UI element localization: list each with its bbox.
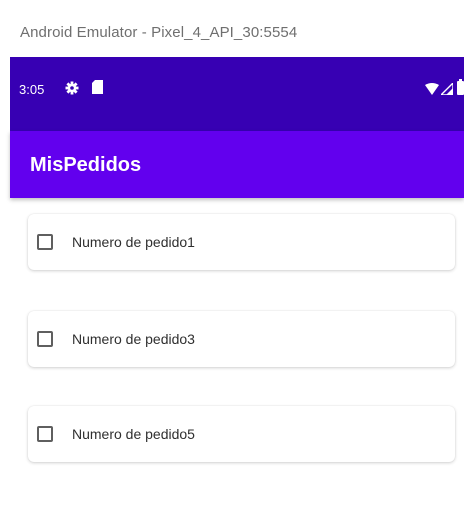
battery-icon	[457, 79, 464, 95]
order-card-3[interactable]: Numero de pedido3	[28, 311, 455, 367]
order-label-5: Numero de pedido5	[72, 426, 195, 442]
emulator-window-title: Android Emulator - Pixel_4_API_30:5554	[20, 24, 298, 41]
gear-icon	[65, 81, 79, 95]
order-label-3: Numero de pedido3	[72, 331, 195, 347]
wifi-icon	[425, 82, 439, 95]
order-checkbox-5[interactable]	[37, 426, 53, 442]
order-checkbox-1[interactable]	[37, 234, 53, 250]
order-card-1[interactable]: Numero de pedido1	[28, 214, 455, 270]
order-label-1: Numero de pedido1	[72, 234, 195, 250]
status-bar: 3:05	[10, 57, 464, 131]
signal-icon	[439, 81, 454, 96]
app-title: MisPedidos	[30, 154, 142, 176]
order-checkbox-3[interactable]	[37, 331, 53, 347]
order-card-5[interactable]: Numero de pedido5	[28, 406, 455, 462]
app-bar: MisPedidos	[10, 131, 464, 198]
sd-card-icon	[92, 80, 103, 94]
status-time: 3:05	[19, 82, 45, 97]
